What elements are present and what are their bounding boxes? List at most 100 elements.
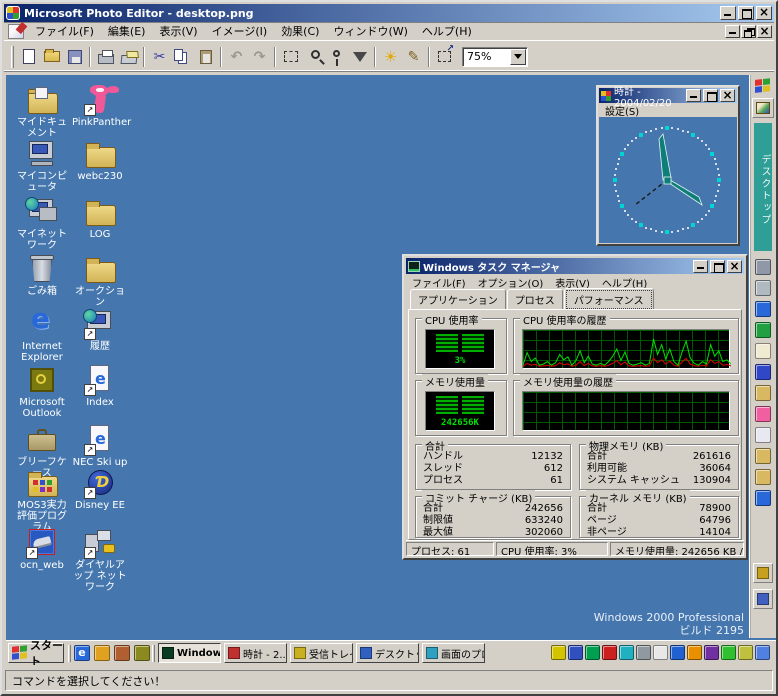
desktop-toolbar-icon-10[interactable] <box>755 448 771 464</box>
taskbar-grip[interactable] <box>68 645 71 662</box>
task-manager-menu-item-1[interactable]: ファイル(F) <box>406 274 472 291</box>
tab-3[interactable]: パフォーマンス <box>564 288 654 311</box>
desktop-toolbar-icon-8[interactable] <box>755 406 771 422</box>
tray-icon-6[interactable] <box>636 645 651 660</box>
taskbar-button-1[interactable]: Window... <box>158 643 221 663</box>
desktop-icon--[interactable]: マイネットワーク <box>14 197 70 251</box>
maximize-button[interactable] <box>738 6 754 20</box>
menu-item-5[interactable]: 効果(C) <box>274 21 326 41</box>
desktop-icon--[interactable]: マイドキュメント <box>14 85 70 139</box>
task-manager-minimize-button[interactable] <box>693 260 708 273</box>
copy-region-button[interactable] <box>433 46 456 68</box>
tray-icon-13[interactable] <box>755 645 770 660</box>
desktop-icon-index[interactable]: Index <box>72 365 128 408</box>
quicklaunch-app-icon[interactable] <box>134 645 150 661</box>
quicklaunch-search-icon[interactable] <box>114 645 130 661</box>
save-button[interactable] <box>63 46 86 68</box>
tray-icon-2[interactable] <box>568 645 583 660</box>
tray-icon-3[interactable] <box>585 645 600 660</box>
tab-1[interactable]: アプリケーション <box>410 289 506 310</box>
tray-icon-5[interactable] <box>619 645 634 660</box>
desktop-toolbar-bottom-button-1[interactable] <box>753 563 773 583</box>
tray-icon-8[interactable] <box>670 645 685 660</box>
copy-button[interactable] <box>171 46 194 68</box>
print-button[interactable] <box>94 46 117 68</box>
desktop-toolbar-bottom-button-2[interactable] <box>753 589 773 609</box>
clock-title-bar[interactable]: 時計 - 2004/02/20 <box>599 88 737 103</box>
menu-item-3[interactable]: 表示(V) <box>152 21 204 41</box>
desktop-toolbar-icon-1[interactable] <box>755 259 771 275</box>
zoom-tool-button[interactable] <box>302 46 325 68</box>
desktop-toolbar-icon-12[interactable] <box>755 490 771 506</box>
brightness-button[interactable] <box>379 46 402 68</box>
desktop-icon-nec-ski-up[interactable]: NEC Ski up <box>72 425 128 468</box>
desktop-toolbar-icon-5[interactable] <box>755 343 771 359</box>
tray-icon-4[interactable] <box>602 645 617 660</box>
tray-icon-11[interactable] <box>721 645 736 660</box>
cut-button[interactable] <box>148 46 171 68</box>
menu-item-4[interactable]: イメージ(I) <box>205 21 275 41</box>
taskbar-grip[interactable] <box>152 645 155 662</box>
desktop-icon-pinkpanther[interactable]: PinkPanther <box>72 85 128 128</box>
menu-item-1[interactable]: ファイル(F) <box>28 21 101 41</box>
tab-2[interactable]: プロセス <box>507 289 563 310</box>
clock-menu-settings[interactable]: 設定(S) <box>599 103 645 118</box>
desktop-icon-microsoft-outlook[interactable]: Microsoft Outlook <box>14 365 70 419</box>
desktop-icon-log[interactable]: LOG <box>72 197 128 240</box>
open-button[interactable] <box>40 46 63 68</box>
desktop-toolbar-icon-9[interactable] <box>755 427 771 443</box>
child-close-button[interactable] <box>757 25 772 38</box>
tray-icon-12[interactable] <box>738 645 753 660</box>
clock-close-button[interactable] <box>720 89 735 102</box>
menu-item-6[interactable]: ウィンドウ(W) <box>326 21 414 41</box>
zoom-combobox[interactable]: 75% <box>462 47 528 67</box>
dropper-tool-button[interactable] <box>325 46 348 68</box>
scan-button[interactable] <box>117 46 140 68</box>
child-restore-button[interactable] <box>741 25 756 38</box>
document-icon[interactable] <box>8 24 24 39</box>
tray-icon-10[interactable] <box>704 645 719 660</box>
new-document-button[interactable] <box>17 46 40 68</box>
taskbar-button-4[interactable]: デスクトップ <box>356 643 419 663</box>
quicklaunch-ie-icon[interactable]: e <box>74 645 90 661</box>
desktop-toolbar-icon-6[interactable] <box>755 364 771 380</box>
desktop-icon--[interactable]: ダイヤルアップ ネットワーク <box>72 528 128 593</box>
clock-maximize-button[interactable] <box>703 89 718 102</box>
desktop-icon-ocn-web[interactable]: ocn_web <box>14 528 70 571</box>
desktop-icon-disney-ee[interactable]: Disney EE <box>72 468 128 511</box>
clock-minimize-button[interactable] <box>686 89 701 102</box>
title-bar[interactable]: Microsoft Photo Editor - desktop.png <box>4 4 774 22</box>
desktop-toolbar-icon-11[interactable] <box>755 469 771 485</box>
menu-item-7[interactable]: ヘルプ(H) <box>415 21 479 41</box>
desktop-toolbar-icon-4[interactable] <box>755 322 771 338</box>
desktop-toolbar-icon-3[interactable] <box>755 301 771 317</box>
desktop-toolbar-icon-7[interactable] <box>755 385 771 401</box>
taskbar-button-5[interactable]: 画面のプロ... <box>422 643 485 663</box>
undo-button[interactable] <box>225 46 248 68</box>
tray-icon-1[interactable] <box>551 645 566 660</box>
sharpen-button[interactable] <box>402 46 425 68</box>
zoom-dropdown-button[interactable] <box>510 49 526 65</box>
desktop-toolbar-button[interactable] <box>752 98 774 118</box>
toolbar-grip[interactable] <box>11 46 14 68</box>
paste-button[interactable] <box>194 46 217 68</box>
taskbar-button-3[interactable]: 受信トレイ... <box>290 643 353 663</box>
child-minimize-button[interactable] <box>725 25 740 38</box>
task-manager-close-button[interactable] <box>727 260 742 273</box>
desktop-icon-webc230[interactable]: webc230 <box>72 139 128 182</box>
task-manager-menu-item-2[interactable]: オプション(O) <box>472 274 550 291</box>
task-manager-title-bar[interactable]: Windows タスク マネージャ <box>406 258 744 274</box>
desktop-toolbar-title[interactable]: デスクトップ <box>754 123 772 251</box>
taskbar-button-2[interactable]: 時計 - 2... <box>224 643 287 663</box>
desktop-icon-mos3-[interactable]: MOS3実力評価プログラム <box>14 468 70 533</box>
desktop-icon--[interactable]: ごみ箱 <box>14 254 70 297</box>
filter-tool-button[interactable] <box>348 46 371 68</box>
desktop-icon--[interactable]: 履歴 <box>72 309 128 352</box>
desktop-icon--[interactable]: マイコンピュータ <box>14 139 70 193</box>
windows-flag-icon[interactable] <box>755 78 771 94</box>
tray-icon-7[interactable] <box>653 645 668 660</box>
desktop-toolbar-icon-2[interactable] <box>755 280 771 296</box>
task-manager-maximize-button[interactable] <box>710 260 725 273</box>
minimize-button[interactable] <box>720 6 736 20</box>
tray-icon-9[interactable] <box>687 645 702 660</box>
